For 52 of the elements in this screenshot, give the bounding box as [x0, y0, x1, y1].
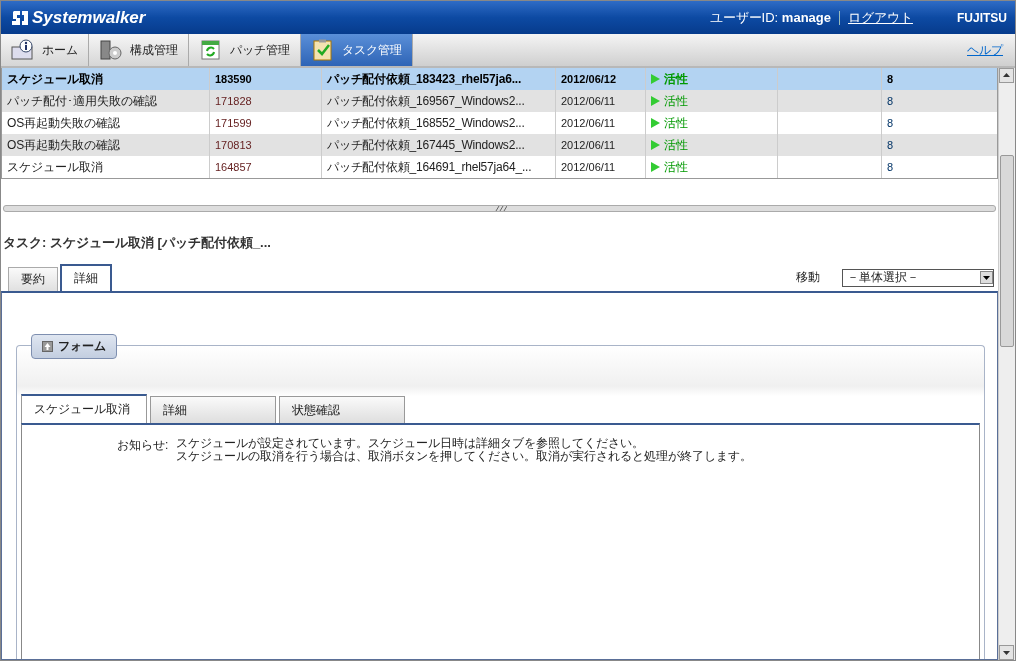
- notice-text: スケジュールが設定されています。スケジュール日時は詳細タブを参照してください。: [176, 437, 645, 450]
- help-link[interactable]: ヘルプ: [967, 41, 1003, 59]
- collapse-up-icon: [42, 341, 53, 352]
- scroll-down-icon: [999, 645, 1014, 660]
- info-monitor-icon: [11, 39, 35, 61]
- nav-tab[interactable]: タスク管理: [301, 34, 413, 66]
- table-cell-text: 8: [886, 72, 895, 87]
- table-cell: スケジュール取消: [2, 156, 210, 178]
- logout-link[interactable]: ログアウト: [848, 8, 913, 27]
- move-dropdown[interactable]: －単体選択－: [842, 268, 994, 287]
- server-disc-icon: [99, 39, 123, 61]
- table-cell: 164857: [210, 156, 322, 178]
- table-cell-text: 8: [886, 160, 895, 175]
- table-cell: 2012/06/11: [556, 156, 646, 178]
- play-icon: [651, 74, 660, 84]
- notice-text: スケジュールの取消を行う場合は、取消ボタンを押してください。取消が実行されると処理が終了します。: [176, 450, 753, 463]
- detail-tab[interactable]: 要約: [8, 267, 58, 291]
- table-row[interactable]: スケジュール取消 183590 パッチ配付依頼_183423_rhel57ja6... 2012/06/12 活性 8: [2, 68, 997, 90]
- status-text: 活性: [664, 114, 688, 132]
- form-toggle[interactable]: フォーム: [31, 334, 117, 359]
- table-cell-text: 8: [886, 94, 895, 109]
- table-cell-text: 8: [886, 116, 895, 131]
- table-cell-text: 8: [886, 138, 895, 153]
- nav-tab[interactable]: 構成管理: [89, 34, 189, 66]
- detail-title: タスク: スケジュール取消 [パッチ配付依頼_...: [2, 234, 272, 252]
- user-id-label: ユーザーID: manage: [709, 8, 831, 27]
- table-row[interactable]: パッチ配付･適用失敗の確認 171828 パッチ配付依頼_169567_Windows2... 2012/06/11 活性 8: [2, 90, 997, 112]
- form-tab[interactable]: 詳細: [150, 396, 276, 423]
- move-label: 移動: [796, 269, 820, 286]
- clipboard-check-icon: [311, 39, 335, 61]
- status-text: 活性: [664, 158, 688, 176]
- refresh-document-icon: [199, 39, 223, 61]
- logo-icon: [11, 9, 29, 26]
- scrollbar[interactable]: [998, 68, 1015, 660]
- play-icon: [651, 140, 660, 150]
- product-logo: Systemwalker: [32, 7, 146, 28]
- play-icon: [651, 118, 660, 128]
- play-icon: [651, 96, 660, 106]
- nav-tab[interactable]: ホーム: [1, 34, 89, 66]
- form-tab[interactable]: スケジュール取消: [21, 394, 147, 423]
- nav-tab[interactable]: パッチ管理: [189, 34, 301, 66]
- status-text: 活性: [664, 92, 688, 110]
- status-text: 活性: [664, 136, 688, 154]
- table-row[interactable]: OS再起動失敗の確認 170813 パッチ配付依頼_167445_Windows2... 2012/06/11 活性 8: [2, 134, 997, 156]
- splitter-handle[interactable]: [3, 205, 996, 212]
- form-tab[interactable]: 状態確認: [279, 396, 405, 423]
- play-icon: [651, 162, 660, 172]
- status-text: 活性: [664, 70, 688, 88]
- table-cell: パッチ配付依頼_164691_rhel57ja64_...: [322, 156, 556, 178]
- detail-tab[interactable]: 詳細: [60, 264, 112, 291]
- brand-logo: FUJITSU: [957, 10, 1007, 25]
- notice-label: お知らせ:: [117, 437, 169, 454]
